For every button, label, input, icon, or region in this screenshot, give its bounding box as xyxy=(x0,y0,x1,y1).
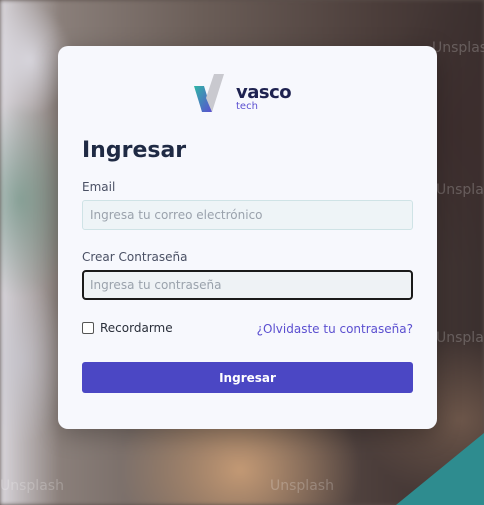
email-label: Email xyxy=(82,180,116,194)
vasco-logo-icon xyxy=(194,74,224,112)
brand-name: vasco xyxy=(236,82,292,103)
background-watermark: Unsplash xyxy=(270,478,334,494)
brand-logo: vasco tech xyxy=(194,74,304,114)
brand-subname: tech xyxy=(236,101,258,112)
login-button[interactable]: Ingresar xyxy=(82,362,413,393)
remember-checkbox[interactable] xyxy=(82,322,94,334)
email-field[interactable] xyxy=(82,200,413,230)
login-card: vasco tech Ingresar Email Crear Contrase… xyxy=(58,46,437,429)
remember-label: Recordarme xyxy=(100,321,173,335)
brand-wordmark: vasco tech xyxy=(236,82,292,112)
password-label: Crear Contraseña xyxy=(82,250,188,264)
background-watermark: Unsplash xyxy=(432,40,484,56)
forgot-password-link[interactable]: ¿Olvidaste tu contraseña? xyxy=(257,322,413,336)
background-watermark: Unsplash xyxy=(436,330,484,346)
password-field[interactable] xyxy=(82,270,413,300)
background-watermark: Unsplash xyxy=(0,478,64,494)
background-watermark: Unsplash xyxy=(436,182,484,198)
page-title: Ingresar xyxy=(82,138,187,163)
corner-decoration xyxy=(396,433,484,505)
remember-me[interactable]: Recordarme xyxy=(82,321,173,335)
